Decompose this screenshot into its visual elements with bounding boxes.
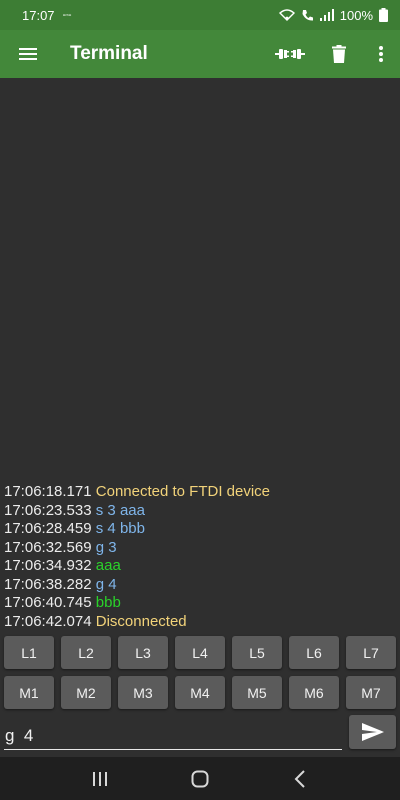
clear-button[interactable] [316,30,362,78]
macro-button-l4[interactable]: L4 [175,636,225,669]
log-timestamp: 17:06:23.533 [4,501,92,519]
connect-button[interactable] [264,30,316,78]
macro-button-l2[interactable]: L2 [61,636,111,669]
connect-icon [275,49,305,59]
app-toolbar: Terminal [0,30,400,78]
log-line: 17:06:18.171 Connected to FTDI device [4,483,400,502]
log-message: Disconnected [95,612,187,630]
more-vert-icon [379,46,383,62]
home-icon [191,770,209,787]
back-icon [294,769,305,788]
log-line: 17:06:34.932 aaa [4,557,400,576]
send-icon [361,723,384,741]
terminal-output[interactable]: 17:06:18.171 Connected to FTDI device 17… [0,78,400,632]
system-nav-bar [0,757,400,800]
macro-row-m: M1 M2 M3 M4 M5 M6 M7 [4,676,396,709]
battery-icon [379,8,388,22]
macro-button-m4[interactable]: M4 [175,676,225,709]
status-bar: 17:07 -·- 100% [0,0,400,30]
log-line: 17:06:28.459 s 4 bbb [4,520,400,539]
signal-icon [319,9,334,21]
menu-icon [19,48,37,60]
wifi-icon [278,9,295,21]
back-button[interactable] [270,757,330,800]
macro-button-l7[interactable]: L7 [346,636,396,669]
log-message: s 3 aaa [95,501,145,519]
log-message: g 3 [95,538,117,556]
log-message: bbb [95,594,121,611]
log-message: g 4 [95,575,117,593]
macro-button-l3[interactable]: L3 [118,636,168,669]
macro-button-l5[interactable]: L5 [232,636,282,669]
log-message: s 4 bbb [95,520,145,537]
call-icon [302,9,313,21]
recents-icon [93,771,107,786]
overflow-menu-button[interactable] [362,30,400,78]
macro-button-m7[interactable]: M7 [346,676,396,709]
macro-button-m2[interactable]: M2 [61,676,111,709]
home-button[interactable] [170,757,230,800]
delete-icon [332,45,346,63]
macro-button-l6[interactable]: L6 [289,636,339,669]
log-message: Connected to FTDI device [95,483,271,500]
log-line: 17:06:23.533 s 3 aaa [4,502,400,521]
log-timestamp: 17:06:18.171 [4,483,92,500]
log-line: 17:06:40.745 bbb [4,594,400,613]
log-line: 17:06:32.569 g 3 [4,539,400,558]
recents-button[interactable] [70,757,130,800]
send-button[interactable] [349,715,396,749]
status-time: 17:07 [22,7,55,23]
macro-button-m6[interactable]: M6 [289,676,339,709]
log-timestamp: 17:06:38.282 [4,575,92,593]
send-text-input[interactable] [4,716,342,750]
log-timestamp: 17:06:42.074 [4,612,92,630]
macro-row-l: L1 L2 L3 L4 L5 L6 L7 [4,636,396,669]
macro-button-m1[interactable]: M1 [4,676,54,709]
battery-percent: 100% [339,7,373,23]
status-icons: 100% [278,7,388,23]
send-area [0,714,400,756]
log-timestamp: 17:06:40.745 [4,594,92,611]
macro-button-m3[interactable]: M3 [118,676,168,709]
log-timestamp: 17:06:32.569 [4,538,92,556]
macro-button-l1[interactable]: L1 [4,636,54,669]
log-message: aaa [95,557,121,574]
macro-button-m5[interactable]: M5 [232,676,282,709]
log-timestamp: 17:06:28.459 [4,520,92,537]
log-line: 17:06:38.282 g 4 [4,576,400,595]
page-title: Terminal [70,43,148,64]
menu-button[interactable] [0,30,56,78]
log-line: 17:06:42.074 Disconnected [4,613,400,632]
log-timestamp: 17:06:34.932 [4,557,92,574]
usb-indicator-icon: -·- [62,9,72,21]
